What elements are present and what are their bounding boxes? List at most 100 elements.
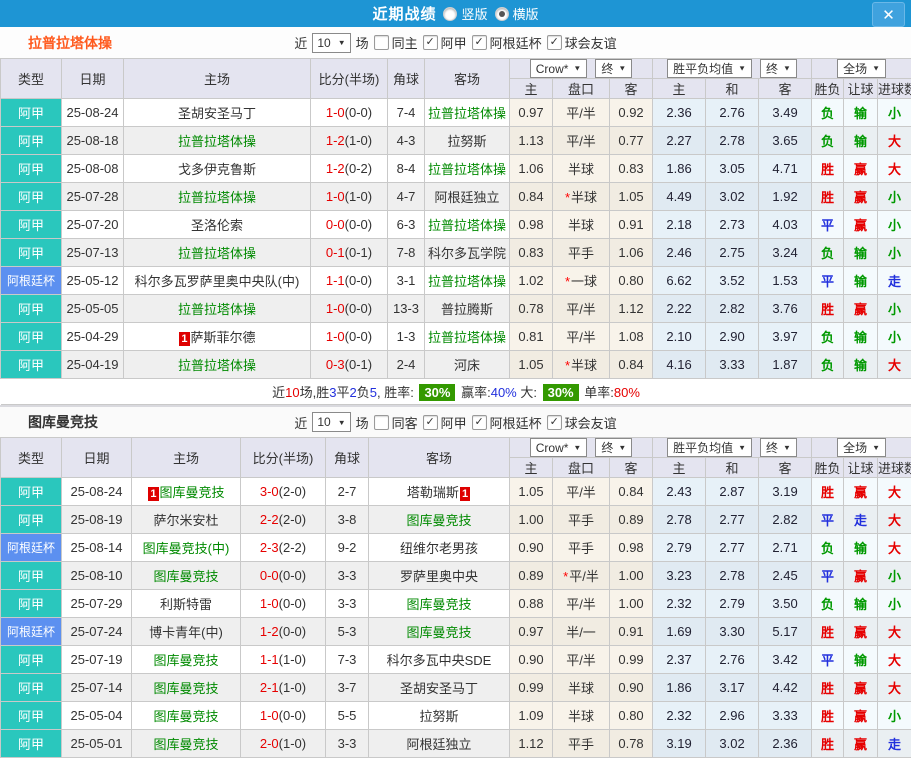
checkbox-league-2[interactable]: ✓球会友谊 — [547, 413, 617, 432]
away-team-name[interactable]: 纽维尔老男孩 — [400, 541, 478, 556]
home-team-name[interactable]: 图库曼竞技 — [153, 653, 218, 668]
checkbox-league-1[interactable]: ✓阿根廷杯 — [472, 413, 542, 432]
close-button[interactable]: ✕ — [872, 2, 905, 27]
checkbox-league-2-checkbox-icon[interactable]: ✓ — [547, 415, 562, 430]
checkbox-same-venue-checkbox-icon[interactable] — [374, 35, 389, 50]
home-team-name[interactable]: 拉普拉塔体操 — [178, 190, 256, 205]
radio-horizontal-layout[interactable]: 横版 — [495, 4, 539, 23]
avg-group-header: 胜平负均值▼ 终▼ — [653, 438, 812, 458]
away-team-name[interactable]: 普拉腾斯 — [441, 302, 493, 317]
checkbox-same-venue[interactable]: 同客 — [374, 413, 418, 432]
away-team-name[interactable]: 图库曼竞技 — [406, 625, 471, 640]
halftime-score: (0-0) — [279, 708, 306, 723]
checkbox-league-1-checkbox-icon[interactable]: ✓ — [472, 35, 487, 50]
halftime-score: (2-2) — [279, 540, 306, 555]
odds-source-dropdown[interactable]: Crow*▼ — [530, 438, 588, 457]
checkbox-league-0[interactable]: ✓阿甲 — [423, 413, 467, 432]
odds-group: Crow*▼ 终▼ — [510, 59, 652, 78]
avg-draw-cell: 2.78 — [706, 562, 759, 590]
odds-away-cell: 0.78 — [610, 730, 653, 758]
away-team-name[interactable]: 拉普拉塔体操 — [428, 330, 506, 345]
home-team-name[interactable]: 拉普拉塔体操 — [178, 246, 256, 261]
home-team-name[interactable]: 博卡青年(中) — [149, 625, 223, 640]
radio-icon-horizontal[interactable] — [495, 7, 509, 21]
home-team-name[interactable]: 利斯特雷 — [160, 597, 212, 612]
odds-source-dropdown[interactable]: Crow*▼ — [530, 59, 588, 78]
home-team-name[interactable]: 戈多伊克鲁斯 — [178, 162, 256, 177]
matches-label: 场 — [356, 413, 369, 432]
away-team-name[interactable]: 拉普拉塔体操 — [428, 106, 506, 121]
away-team-cell: 拉努斯 — [369, 702, 510, 730]
checkbox-same-venue[interactable]: 同主 — [374, 33, 418, 52]
away-team-name[interactable]: 拉努斯 — [447, 134, 486, 149]
checkbox-league-0-checkbox-icon[interactable]: ✓ — [423, 35, 438, 50]
handicap-change-star-icon: * — [565, 190, 570, 205]
away-team-name[interactable]: 拉普拉塔体操 — [428, 218, 506, 233]
home-team-name[interactable]: 圣洛伦索 — [191, 218, 243, 233]
home-team-name[interactable]: 图库曼竞技 — [153, 709, 218, 724]
home-team-name[interactable]: 萨斯菲尔德 — [191, 330, 256, 345]
summary-text: 平 — [337, 385, 350, 400]
checkbox-league-0[interactable]: ✓阿甲 — [423, 33, 467, 52]
away-team-name[interactable]: 拉普拉塔体操 — [428, 162, 506, 177]
full-match-dropdown[interactable]: 全场▼ — [837, 438, 886, 457]
full-match-dropdown[interactable]: 全场▼ — [837, 59, 886, 78]
checkbox-league-0-checkbox-icon[interactable]: ✓ — [423, 415, 438, 430]
avg-draw-cell: 3.30 — [706, 618, 759, 646]
checkbox-same-venue-checkbox-icon[interactable] — [374, 415, 389, 430]
home-team-name[interactable]: 图库曼竞技 — [153, 681, 218, 696]
checkbox-league-1-checkbox-icon[interactable]: ✓ — [472, 415, 487, 430]
away-team-name[interactable]: 阿根廷独立 — [434, 190, 499, 205]
avg-dropdown[interactable]: 胜平负均值▼ — [667, 59, 752, 78]
summary-text: 5 — [370, 385, 377, 400]
away-team-name[interactable]: 塔勒瑞斯 — [407, 485, 459, 500]
home-team-name[interactable]: 拉普拉塔体操 — [178, 302, 256, 317]
avg-draw-cell: 3.02 — [706, 730, 759, 758]
matches-count-select[interactable]: 10▼ — [312, 412, 350, 432]
result-wdl-cell: 负 — [812, 351, 844, 379]
checkbox-league-2[interactable]: ✓球会友谊 — [547, 33, 617, 52]
result-goals-cell: 小 — [878, 295, 911, 323]
handicap-cell: 平/半 — [553, 478, 610, 506]
checkbox-league-2-checkbox-icon[interactable]: ✓ — [547, 35, 562, 50]
away-team-name[interactable]: 河床 — [454, 358, 480, 373]
handicap-text: 半球 — [571, 190, 597, 205]
away-team-name[interactable]: 图库曼竞技 — [406, 597, 471, 612]
home-team-name[interactable]: 图库曼竞技 — [160, 485, 225, 500]
home-team-name[interactable]: 图库曼竞技 — [153, 569, 218, 584]
home-team-name[interactable]: 科尔多瓦罗萨里奥中央队(中) — [135, 274, 300, 289]
home-team-name[interactable]: 圣胡安圣马丁 — [178, 106, 256, 121]
table-row: 阿甲25-08-24圣胡安圣马丁1-0(0-0)7-4拉普拉塔体操0.97平/半… — [1, 99, 911, 127]
away-team-name[interactable]: 科尔多瓦中央SDE — [387, 653, 492, 668]
matches-count-select[interactable]: 10▼ — [312, 33, 350, 53]
avg-final-dropdown[interactable]: 终▼ — [760, 59, 797, 78]
odds-final-dropdown[interactable]: 终▼ — [595, 438, 632, 457]
away-team-name[interactable]: 图库曼竞技 — [406, 513, 471, 528]
checkbox-league-1[interactable]: ✓阿根廷杯 — [472, 33, 542, 52]
home-team-cell: 戈多伊克鲁斯 — [124, 155, 311, 183]
avg-final-dropdown[interactable]: 终▼ — [760, 438, 797, 457]
avg-home-cell: 2.32 — [653, 590, 706, 618]
avg-dropdown[interactable]: 胜平负均值▼ — [667, 438, 752, 457]
away-team-name[interactable]: 圣胡安圣马丁 — [400, 681, 478, 696]
score-cell: 2-0(1-0) — [241, 730, 326, 758]
odds-final-dropdown[interactable]: 终▼ — [595, 59, 632, 78]
radio-vertical-layout[interactable]: 竖版 — [443, 4, 487, 23]
home-team-name[interactable]: 图库曼竞技 — [153, 737, 218, 752]
halftime-score: (0-0) — [279, 624, 306, 639]
avg-home-cell: 2.32 — [653, 702, 706, 730]
home-team-name[interactable]: 图库曼竞技(中) — [143, 541, 230, 556]
away-team-name[interactable]: 罗萨里奥中央 — [400, 569, 478, 584]
match-type-cell: 阿甲 — [1, 478, 62, 506]
away-team-name[interactable]: 科尔多瓦学院 — [428, 246, 506, 261]
away-team-name[interactable]: 阿根廷独立 — [406, 737, 471, 752]
home-team-name[interactable]: 萨尔米安杜 — [153, 513, 218, 528]
radio-icon-vertical[interactable] — [443, 7, 457, 21]
handicap-cell: 平手 — [553, 534, 610, 562]
away-team-name[interactable]: 拉努斯 — [419, 709, 458, 724]
result-wdl-cell: 平 — [812, 506, 844, 534]
home-team-name[interactable]: 拉普拉塔体操 — [178, 358, 256, 373]
home-team-name[interactable]: 拉普拉塔体操 — [178, 134, 256, 149]
away-team-name[interactable]: 拉普拉塔体操 — [428, 274, 506, 289]
avg-home-cell: 6.62 — [653, 267, 706, 295]
